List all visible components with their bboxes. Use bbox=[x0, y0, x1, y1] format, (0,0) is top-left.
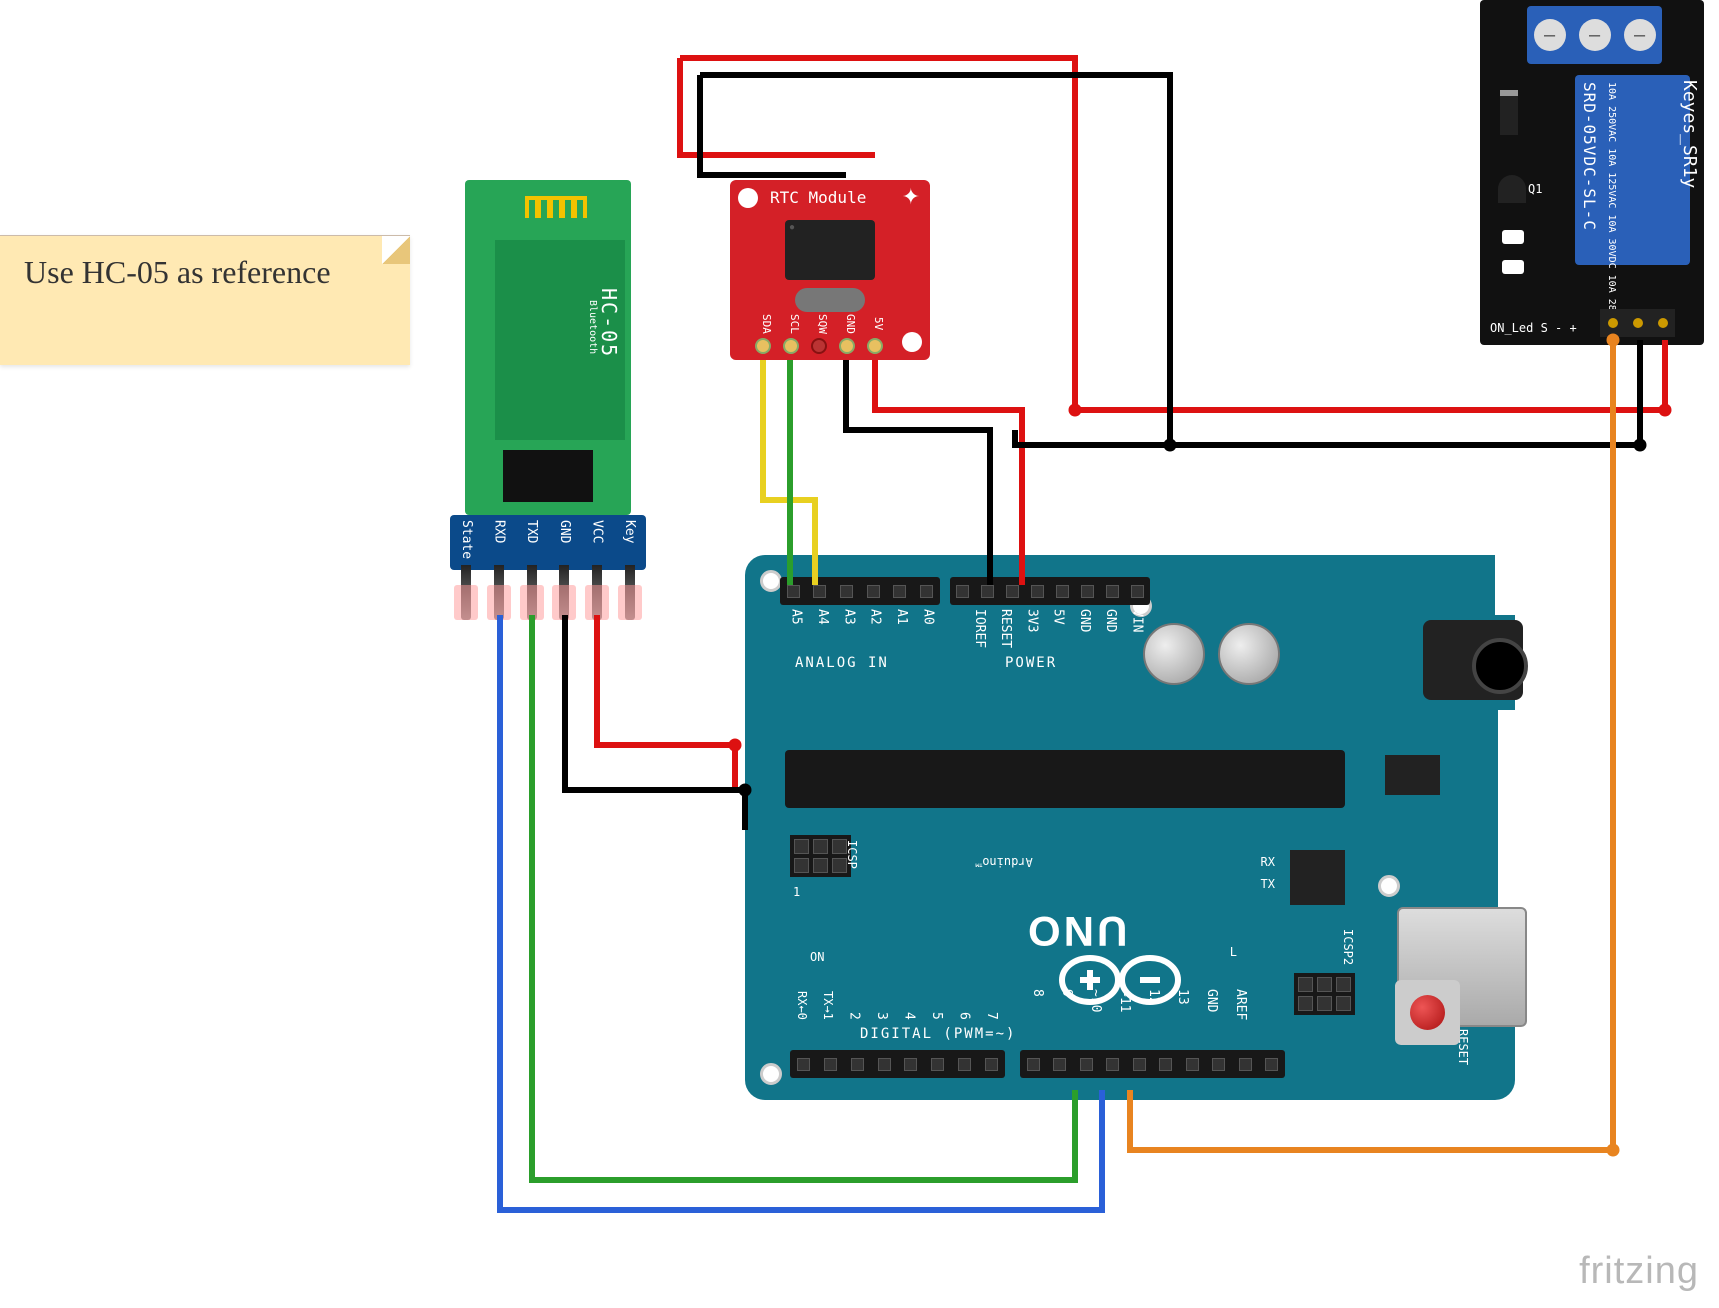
rtc-ic bbox=[785, 220, 875, 280]
hc05-pin-state: State bbox=[459, 520, 474, 559]
arduino-capacitor bbox=[1218, 623, 1280, 685]
hc05-shield bbox=[503, 450, 593, 502]
arduino-uno-text: UNO bbox=[1025, 907, 1127, 955]
arduino-serial-chip bbox=[1290, 850, 1345, 905]
pin-2: 2 bbox=[846, 1012, 861, 1020]
pin-gnd: GND bbox=[1077, 609, 1092, 648]
pin-a1: A1 bbox=[894, 609, 909, 625]
hc05-pin-key: Key bbox=[622, 520, 637, 559]
arduino-icsp2 bbox=[1294, 973, 1355, 1015]
arduino-atmega bbox=[785, 750, 1345, 808]
hc05-pins bbox=[450, 565, 646, 620]
rtc-pin-5v: 5V bbox=[867, 314, 885, 334]
rtc-title: RTC Module bbox=[770, 188, 866, 207]
rtc-pin-sqw: SQW bbox=[811, 314, 829, 334]
arduino-uno: IOREF RESET 3V3 5V GND GND VIN A5 A4 A3 … bbox=[745, 555, 1515, 1115]
relay-led bbox=[1502, 260, 1524, 274]
note-text: Use HC-05 as reference bbox=[24, 254, 331, 290]
pin-7: 7 bbox=[984, 1012, 999, 1020]
pin-a5: A5 bbox=[789, 609, 804, 625]
pin-4: 4 bbox=[901, 1012, 916, 1020]
hc05-antenna-icon bbox=[525, 190, 590, 220]
pin-a0: A0 bbox=[920, 609, 935, 625]
arduino-digital-section: DIGITAL (PWM=~) bbox=[860, 1026, 1016, 1042]
arduino-power-labels: IOREF RESET 3V3 5V GND GND VIN bbox=[955, 609, 1150, 648]
pin-tx1: TX→1 bbox=[821, 991, 835, 1020]
fritzing-watermark: fritzing bbox=[1579, 1250, 1699, 1293]
hc05-pin-gnd: GND bbox=[557, 520, 572, 559]
arduino-regulator bbox=[1385, 755, 1440, 795]
hc05-pin-labels: State RXD TXD GND VCC Key bbox=[450, 520, 646, 559]
hc05-sub: Bluetooth bbox=[587, 300, 598, 354]
pin-ioref: IOREF bbox=[972, 609, 987, 648]
relay-q-label: Q1 bbox=[1528, 182, 1542, 196]
arduino-digital-labels-1: 2 3 4 5 6 7 bbox=[840, 1012, 1005, 1020]
arduino-icsp1-label: ICSP bbox=[845, 840, 859, 869]
arduino-barrel-jack bbox=[1423, 620, 1523, 700]
sparkfun-icon: ✦ bbox=[902, 184, 920, 210]
arduino-logo-icon bbox=[1055, 950, 1185, 1010]
arduino-icsp2-label: ICSP2 bbox=[1341, 929, 1355, 965]
relay-screw-terminal: ‒‒‒ bbox=[1527, 6, 1662, 64]
arduino-rx-label: RX bbox=[1261, 855, 1275, 869]
relay-led bbox=[1502, 230, 1524, 244]
arduino-tm: Arduino™ bbox=[975, 855, 1033, 869]
relay-transistor bbox=[1498, 175, 1526, 203]
arduino-power-header bbox=[950, 577, 1150, 605]
arduino-pcb: IOREF RESET 3V3 5V GND GND VIN A5 A4 A3 … bbox=[745, 555, 1515, 1100]
arduino-analog-header bbox=[780, 577, 940, 605]
pin-3: 3 bbox=[874, 1012, 889, 1020]
pin-vin: VIN bbox=[1129, 609, 1144, 648]
relay-diode bbox=[1500, 90, 1518, 135]
relay-pins bbox=[1600, 309, 1675, 337]
arduino-icsp1 bbox=[790, 835, 851, 877]
pin-aref: AREF bbox=[1233, 989, 1248, 1020]
relay-module: NC C NO ‒‒‒ SRD-05VDC-SL-C 10A 250VAC 10… bbox=[1480, 0, 1704, 345]
hc05-name: HC-05 bbox=[597, 288, 621, 358]
rtc-hole bbox=[902, 332, 922, 352]
pin-a2: A2 bbox=[868, 609, 883, 625]
rtc-pin-labels: SDA SCL SQW GND 5V bbox=[755, 314, 885, 334]
arduino-analog-labels: A5 A4 A3 A2 A1 A0 bbox=[783, 609, 941, 625]
relay-brand: Keyes_SR1y bbox=[1679, 80, 1700, 188]
rtc-crystal bbox=[795, 288, 865, 312]
arduino-l-label: L bbox=[1230, 945, 1237, 959]
rtc-module: RTC Module ✦ SDA SCL SQW GND 5V bbox=[730, 180, 930, 360]
pin-rx0: RX←0 bbox=[795, 991, 809, 1020]
arduino-power-section: POWER bbox=[1005, 655, 1057, 671]
pin-a3: A3 bbox=[841, 609, 856, 625]
pin-5: 5 bbox=[929, 1012, 944, 1020]
rtc-pin-scl: SCL bbox=[783, 314, 801, 334]
arduino-tx-label: TX bbox=[1261, 877, 1275, 891]
arduino-on-label: ON bbox=[810, 950, 824, 964]
hc05-pin-rxd: RXD bbox=[491, 520, 506, 559]
relay-bottom-labels: ON_Led S - + bbox=[1490, 321, 1577, 335]
relay-model: SRD-05VDC-SL-C bbox=[1580, 82, 1599, 231]
pin-3v3: 3V3 bbox=[1024, 609, 1039, 648]
rtc-hole bbox=[738, 188, 758, 208]
arduino-reset-button[interactable] bbox=[1395, 980, 1460, 1045]
arduino-digital-header-2 bbox=[1020, 1050, 1285, 1078]
pin-5v: 5V bbox=[1051, 609, 1066, 648]
hc05-pin-vcc: VCC bbox=[589, 520, 604, 559]
hc05-pcb: HC-05 Bluetooth bbox=[465, 180, 631, 515]
pin-gnd: GND bbox=[1204, 989, 1219, 1020]
pin-a4: A4 bbox=[815, 609, 830, 625]
arduino-analog-section: ANALOG IN bbox=[795, 655, 889, 671]
relay-ratings: 10A 250VAC 10A 125VAC 10A 30VDC 10A 28VD… bbox=[1605, 82, 1618, 329]
note-box: Use HC-05 as reference bbox=[0, 235, 410, 365]
hc05-pin-txd: TXD bbox=[524, 520, 539, 559]
pin-gnd: GND bbox=[1103, 609, 1118, 648]
rtc-pin-sda: SDA bbox=[755, 314, 773, 334]
rtc-pins bbox=[755, 338, 883, 354]
rtc-pin-gnd: GND bbox=[839, 314, 857, 334]
arduino-digital-header-1 bbox=[790, 1050, 1005, 1078]
arduino-capacitor bbox=[1143, 623, 1205, 685]
pin-8: 8 bbox=[1030, 989, 1045, 1020]
pin-6: 6 bbox=[956, 1012, 971, 1020]
pin-reset: RESET bbox=[998, 609, 1013, 648]
hc05-module: HC-05 Bluetooth State RXD TXD GND VCC Ke… bbox=[450, 180, 646, 580]
